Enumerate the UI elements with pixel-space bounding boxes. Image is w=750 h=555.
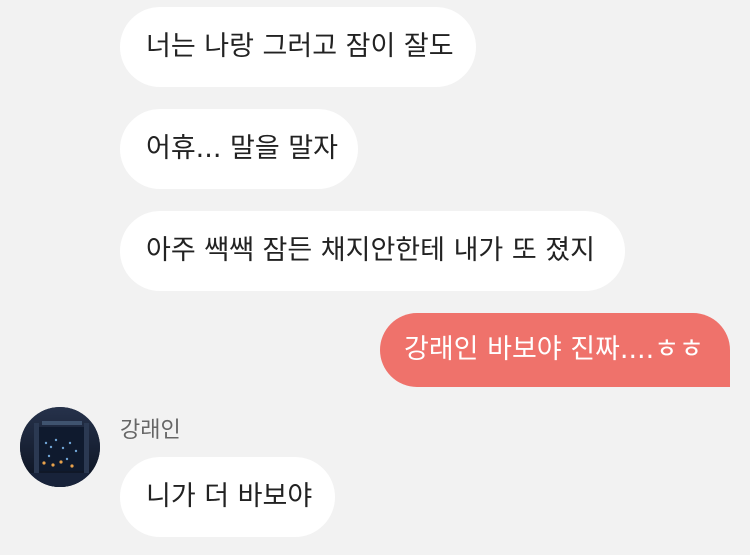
message-bubble-incoming[interactable]: 너는 나랑 그러고 잠이 잘도: [120, 7, 476, 87]
message-text: 강래인 바보야 진짜....ㅎㅎ: [404, 334, 704, 365]
message-text: 아주 쌕쌕 잠든 채지안한테 내가 또 졌지: [146, 235, 595, 266]
night-city-photo-icon: [20, 407, 100, 487]
sender-name: 강래인: [120, 418, 181, 443]
avatar[interactable]: [20, 407, 100, 487]
message-bubble-outgoing[interactable]: 강래인 바보야 진짜....ㅎㅎ: [380, 313, 730, 387]
message-text: 니가 더 바보야: [146, 481, 313, 512]
message-bubble-incoming[interactable]: 아주 쌕쌕 잠든 채지안한테 내가 또 졌지: [120, 211, 625, 291]
message-text: 너는 나랑 그러고 잠이 잘도: [146, 31, 454, 62]
message-bubble-incoming[interactable]: 어휴... 말을 말자: [120, 109, 358, 189]
message-text: 어휴... 말을 말자: [146, 133, 338, 164]
message-bubble-incoming[interactable]: 니가 더 바보야: [120, 457, 335, 537]
